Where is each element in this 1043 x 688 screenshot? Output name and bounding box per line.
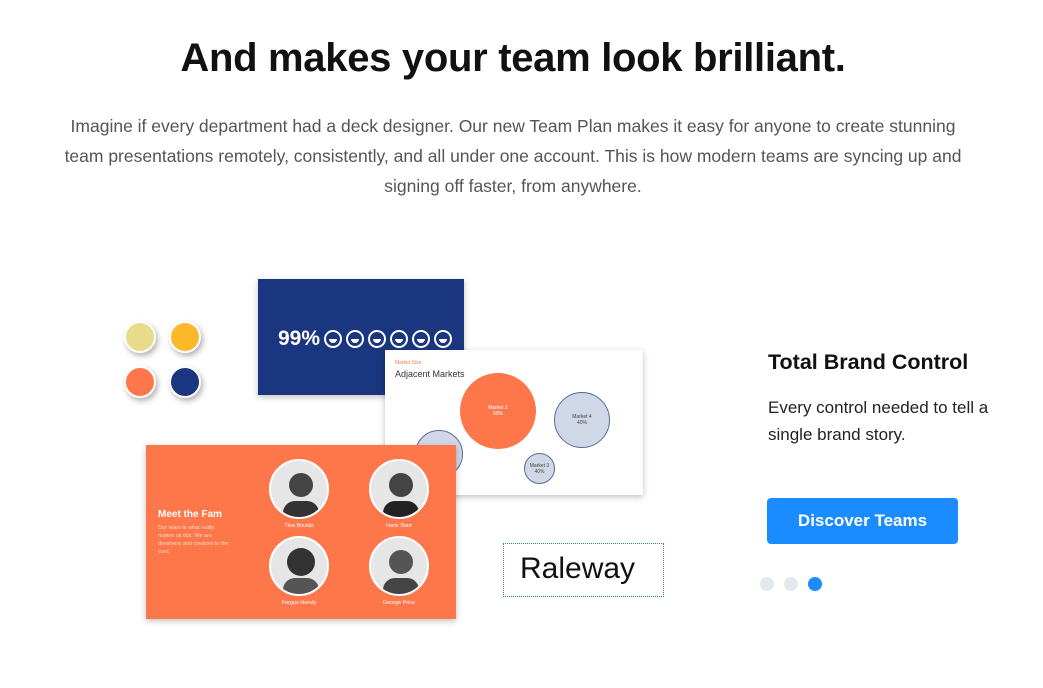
- color-swatch-navy: [169, 366, 201, 398]
- color-swatch-gold: [169, 321, 201, 353]
- bubble-market-2: Market 2 50%: [460, 373, 536, 449]
- stat-value: 99%: [278, 327, 321, 350]
- member-name: Hank Starr: [385, 523, 413, 529]
- member-name: Tina Bouldo: [284, 523, 314, 529]
- carousel-dot-3-active[interactable]: [808, 577, 822, 591]
- member-name: George Price: [382, 600, 416, 606]
- team-text: Our team is what really makes us tick. W…: [158, 525, 229, 555]
- avatar: [369, 459, 429, 519]
- smiley-icon: [324, 330, 343, 348]
- font-sample: Raleway: [503, 543, 664, 597]
- smiley-icon: [346, 330, 365, 348]
- avatar: [269, 536, 329, 596]
- market-title: Adjacent Markets: [395, 369, 465, 379]
- page-title: And makes your team look brilliant.: [180, 36, 846, 80]
- color-swatch-orange: [124, 366, 156, 398]
- avatar: [369, 536, 429, 596]
- smiley-icon: [390, 330, 409, 348]
- carousel-dot-2[interactable]: [784, 577, 798, 591]
- discover-teams-button[interactable]: Discover Teams: [767, 498, 958, 544]
- feature-text: Every control needed to tell a single br…: [768, 398, 989, 444]
- bubble-market-3: Market 3 40%: [524, 453, 555, 484]
- avatar: [269, 459, 329, 519]
- market-label: Market Size: [395, 360, 422, 366]
- intro-paragraph: Imagine if every department had a deck d…: [64, 116, 962, 196]
- color-swatch-yellow: [124, 321, 156, 353]
- feature-title: Total Brand Control: [768, 350, 969, 374]
- smiley-icon: [368, 330, 387, 348]
- bubble-market-4: Market 4 40%: [554, 392, 610, 448]
- smiley-icon: [434, 330, 453, 348]
- carousel-dot-1[interactable]: [760, 577, 774, 591]
- team-slide: Meet the Fam Our team is what really mak…: [146, 445, 456, 619]
- smiley-icon: [412, 330, 431, 348]
- member-name: Fergus Hendy: [281, 600, 317, 606]
- team-title: Meet the Fam: [158, 509, 222, 520]
